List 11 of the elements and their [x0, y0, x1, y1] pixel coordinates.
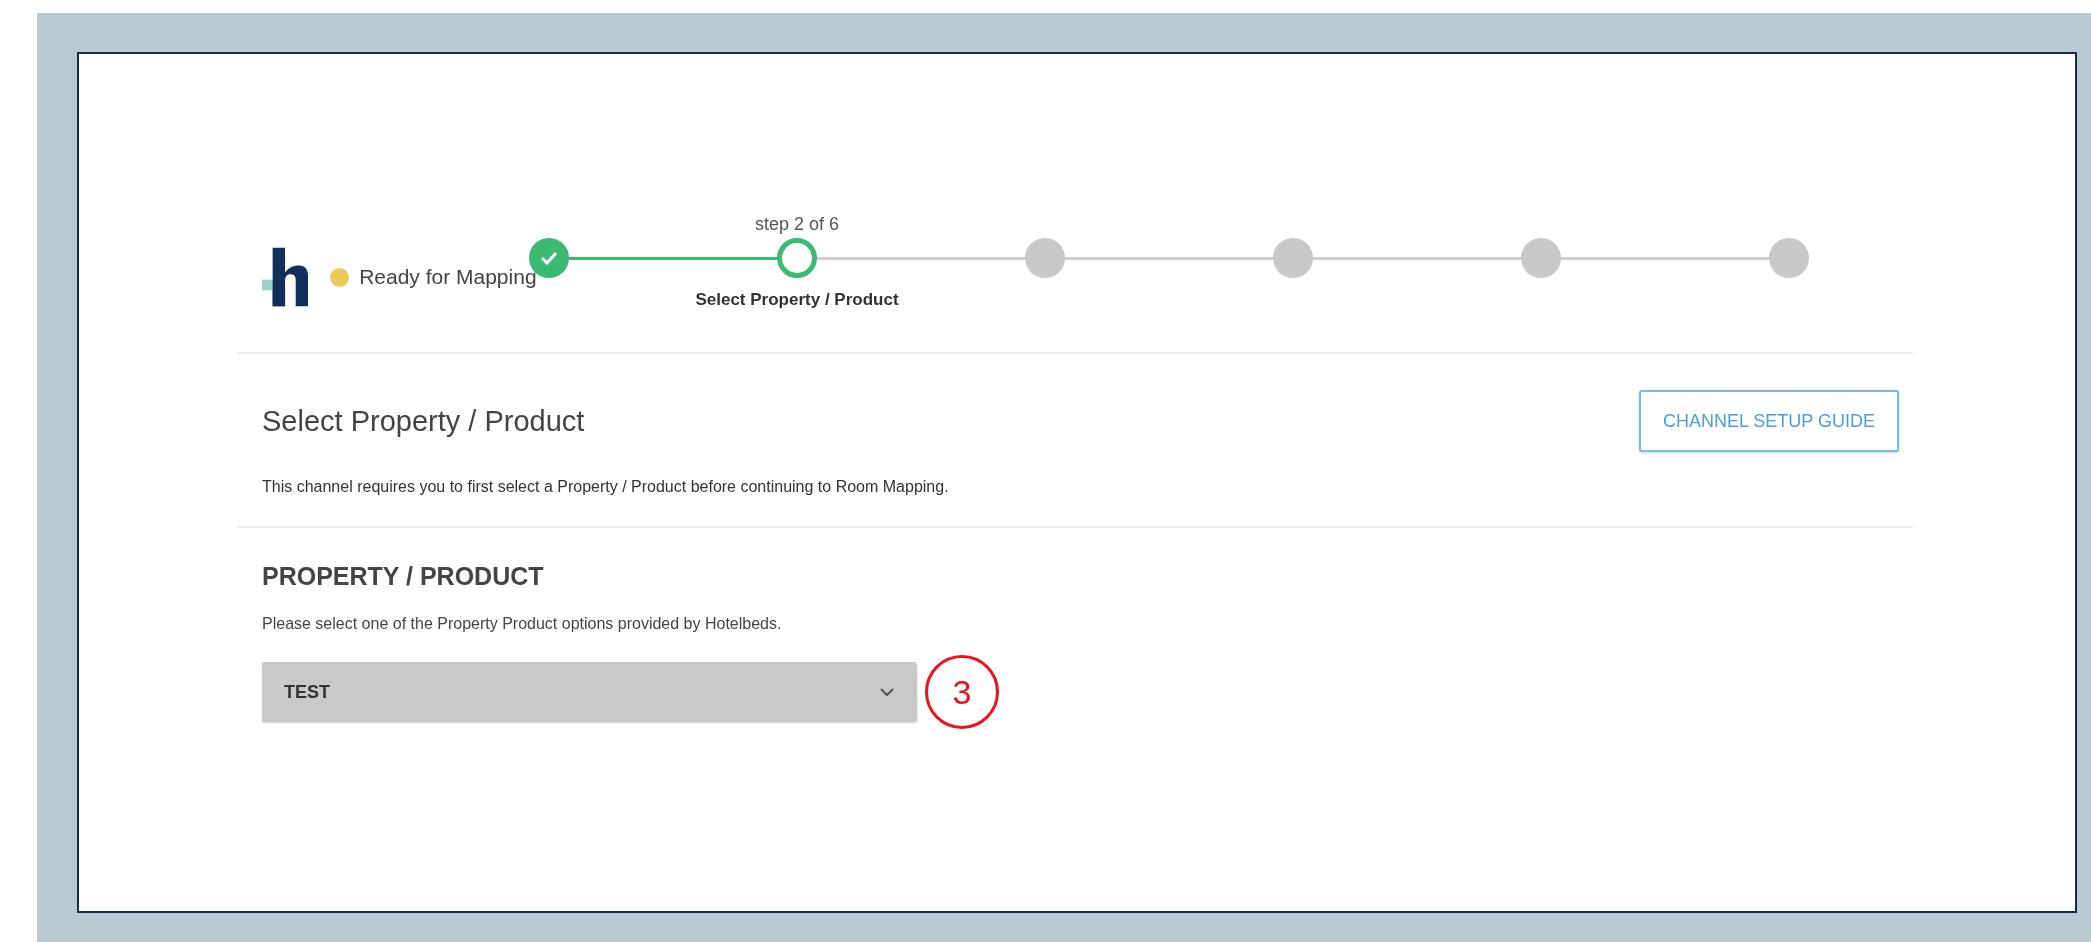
check-icon — [540, 251, 558, 265]
hint-text: Please select one of the Property Product options provided by Hotelbeds. — [262, 615, 783, 633]
chevron-down-icon — [879, 687, 895, 697]
step-label: Select Property / Product — [695, 290, 899, 309]
property-dropdown[interactable]: TEST — [262, 662, 917, 722]
status-label: Ready for Mapping — [359, 265, 537, 289]
step-counter: step 2 of 6 — [754, 214, 840, 234]
page-title: Select Property / Product — [262, 404, 585, 438]
section-heading: PROPERTY / PRODUCT — [262, 562, 545, 591]
description-text: This channel requires you to first select a Property / Product before continuing to Room Mapping. — [262, 478, 950, 496]
callout-number: 3 — [925, 655, 999, 729]
